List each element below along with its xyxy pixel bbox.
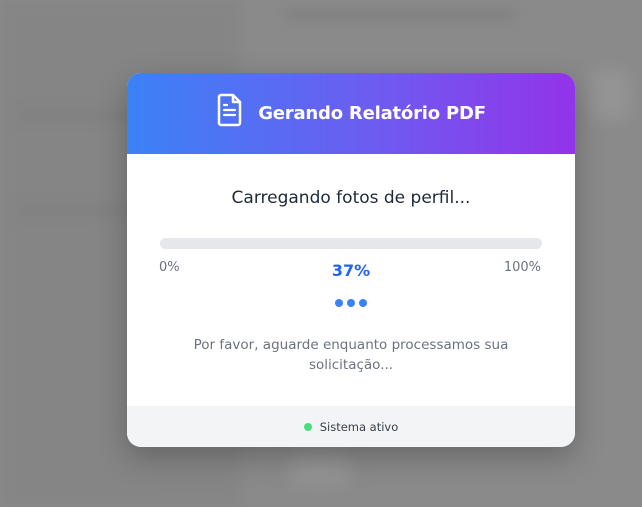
background-blur xyxy=(590,70,630,120)
loading-dot xyxy=(347,299,355,307)
background-blur xyxy=(290,455,350,485)
system-status-label: Sistema ativo xyxy=(319,419,399,434)
progress-bar xyxy=(160,238,542,249)
modal-title: Gerando Relatório PDF xyxy=(258,103,486,124)
system-status-dot xyxy=(303,422,312,431)
loading-status-text: Carregando fotos de perfil... xyxy=(231,188,471,208)
loading-dot xyxy=(359,299,367,307)
pdf-report-modal: Gerando Relatório PDF Carregando fotos d… xyxy=(127,73,575,447)
modal-footer: Sistema ativo xyxy=(127,406,575,447)
document-icon xyxy=(216,93,244,127)
progress-max-label: 100% xyxy=(503,260,541,275)
modal-header: Gerando Relatório PDF xyxy=(127,73,575,154)
progress-bar-fill xyxy=(160,238,302,249)
loading-dots xyxy=(127,299,575,307)
background-blur xyxy=(285,10,515,20)
loading-dot xyxy=(335,299,343,307)
wait-message: Por favor, aguarde enquanto processamos … xyxy=(193,337,509,373)
